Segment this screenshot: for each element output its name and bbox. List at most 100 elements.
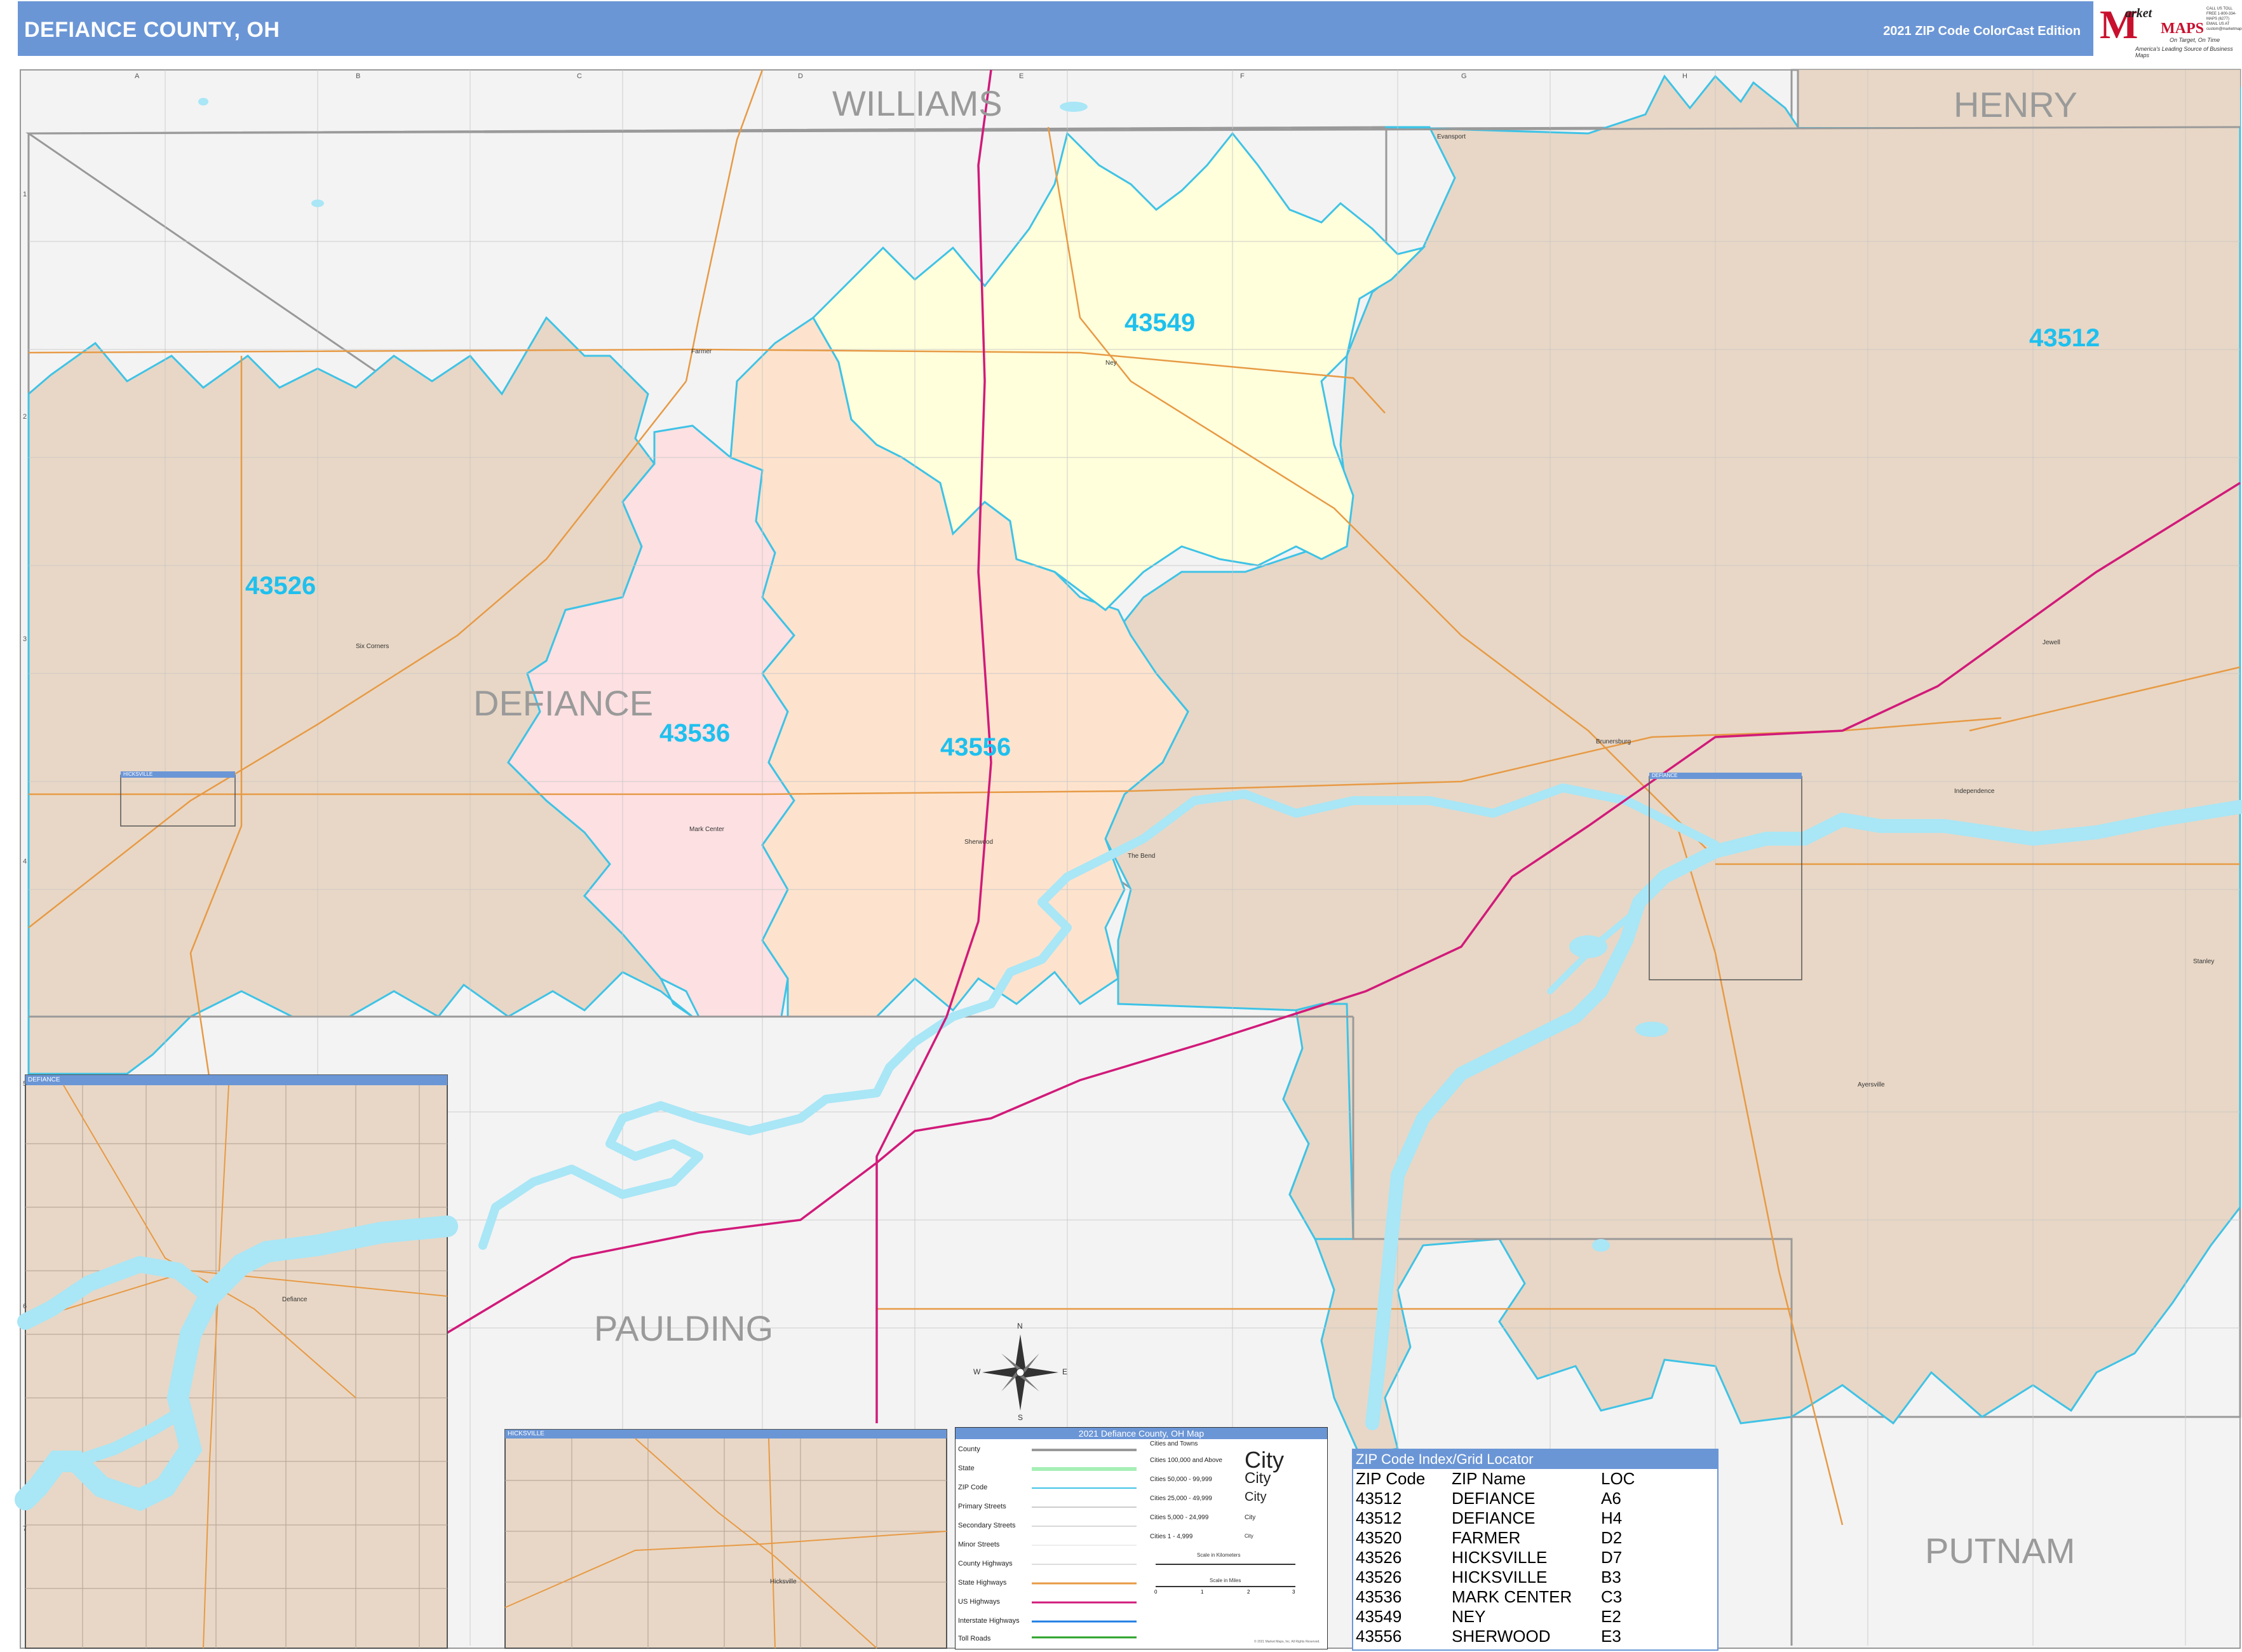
logo-subtagline: America's Leading Source of Business Map…	[2135, 46, 2233, 58]
legend-item-state-hwy: State Highways	[958, 1579, 1007, 1587]
town-ayersville: Ayersville	[1858, 1081, 1885, 1088]
zip-index-cell: 43536	[1356, 1587, 1402, 1606]
grid-col-c: C	[577, 72, 582, 80]
zip-index-cell: NEY	[1452, 1607, 1486, 1626]
legend-city-100k: Cities 100,000 and Above	[1150, 1457, 1222, 1464]
defiance-inset-title: DEFIANCE	[25, 1076, 91, 1084]
town-defiance-inset: Defiance	[282, 1296, 307, 1303]
legend-city-symbol-l: City	[1245, 1470, 1271, 1487]
zip-index-cell: 43512	[1356, 1489, 1402, 1508]
grid-row-3: 3	[23, 635, 27, 643]
legend-copyright: © 2021 Market Maps, Inc. All Rights Rese…	[1254, 1640, 1320, 1644]
hicksville-inset-title: HICKSVILLE	[505, 1430, 571, 1438]
zip-index-cell: C3	[1601, 1587, 1623, 1606]
legend-city-1: Cities 1 - 4,999	[1150, 1533, 1193, 1540]
zip-label-43512: 43512	[2029, 324, 2100, 352]
zip-index-cell: 43526	[1356, 1548, 1402, 1567]
map-legend: 2021 Defiance County, OH Map County Stat…	[955, 1427, 1328, 1649]
zip-index-cell: 43556	[1356, 1627, 1402, 1646]
compass-e: E	[1062, 1367, 1068, 1376]
legend-scale-2: 2	[1247, 1589, 1250, 1595]
legend-city-50k: Cities 50,000 - 99,999	[1150, 1476, 1212, 1483]
legend-item-zip: ZIP Code	[958, 1484, 988, 1491]
legend-item-county-hwy: County Highways	[958, 1560, 1013, 1567]
legend-item-us-hwy: US Highways	[958, 1598, 1001, 1606]
town-jewell: Jewell	[2043, 639, 2060, 646]
logo-maps-word: MAPS	[2161, 20, 2204, 37]
grid-row-6: 6	[23, 1303, 27, 1310]
town-mark-center: Mark Center	[689, 826, 725, 833]
town-hicksville-inset: Hicksville	[770, 1578, 797, 1585]
zip-index-header-zip: ZIP Code	[1356, 1469, 1426, 1488]
zip-index-cell: 43549	[1356, 1607, 1402, 1626]
edition-label: 2021 ZIP Code ColorCast Edition	[1883, 24, 2081, 38]
legend-city-25k: Cities 25,000 - 49,999	[1150, 1495, 1212, 1502]
zip-index-col-zip: ZIP Code 43512 43512 43520 43526 43526 4…	[1356, 1469, 1425, 1646]
zip-index-title: ZIP Code Index/Grid Locator	[1353, 1450, 1717, 1469]
legend-item-toll: Toll Roads	[958, 1635, 991, 1642]
zip-label-43556: 43556	[940, 733, 1011, 761]
zip-index-col-name: ZIP Name DEFIANCE DEFIANCE FARMER HICKSV…	[1452, 1469, 1572, 1646]
legend-scale-3: 3	[1292, 1589, 1295, 1595]
legend-item-minor: Minor Streets	[958, 1541, 1000, 1548]
grid-row-1: 1	[23, 191, 27, 198]
zip-index-cell: 43520	[1356, 1528, 1402, 1547]
zip-label-43549: 43549	[1124, 309, 1196, 337]
hicksville-inset-map[interactable]	[504, 1429, 947, 1649]
legend-cities-heading: Cities and Towns	[1150, 1440, 1198, 1447]
legend-scale-km: Scale in Kilometers	[1197, 1552, 1241, 1558]
county-label-paulding: PAULDING	[594, 1308, 774, 1348]
town-independence: Independence	[1954, 788, 1995, 795]
town-the-bend: The Bend	[1128, 853, 1156, 860]
grid-row-2: 2	[23, 413, 27, 421]
grid-col-b: B	[356, 72, 361, 80]
zip-index-cell: MARK CENTER	[1452, 1587, 1572, 1606]
county-map[interactable]	[0, 0, 2242, 1652]
town-farmer: Farmer	[691, 348, 712, 355]
legend-scale-1: 1	[1201, 1589, 1204, 1595]
zip-index-cell: D2	[1601, 1528, 1623, 1547]
town-six-corners: Six Corners	[356, 643, 389, 650]
zip-index-cell: SHERWOOD	[1452, 1627, 1551, 1646]
grid-col-d: D	[798, 72, 803, 80]
legend-city-symbol-xs: City	[1245, 1533, 1253, 1539]
legend-item-county: County	[958, 1446, 980, 1453]
grid-row-4: 4	[23, 858, 27, 865]
legend-scale-bars	[1156, 1564, 1295, 1587]
zip-index-cell: D7	[1601, 1548, 1623, 1567]
compass-s: S	[1018, 1413, 1023, 1422]
page-title: DEFIANCE COUNTY, OH	[24, 18, 280, 42]
header-bar: DEFIANCE COUNTY, OH 2021 ZIP Code ColorC…	[18, 1, 2242, 58]
compass-n: N	[1017, 1322, 1023, 1330]
town-evansport: Evansport	[1437, 133, 1466, 140]
zip-index-cell: FARMER	[1452, 1528, 1521, 1547]
legend-item-primary: Primary Streets	[958, 1503, 1006, 1510]
zip-label-43526: 43526	[245, 572, 316, 600]
grid-col-f: F	[1240, 72, 1245, 80]
legend-city-symbol-m: City	[1245, 1490, 1267, 1504]
zip-index-cell: H4	[1601, 1508, 1623, 1527]
zip-index-cell: HICKSVILLE	[1452, 1548, 1548, 1567]
grid-col-e: E	[1019, 72, 1024, 80]
zip-index-cell: A6	[1601, 1489, 1621, 1508]
town-brunersburg: Brunersburg	[1596, 738, 1631, 745]
town-stanley: Stanley	[2193, 958, 2215, 965]
county-label-putnam: PUTNAM	[1925, 1531, 2076, 1571]
legend-scale-0: 0	[1154, 1589, 1158, 1595]
defiance-inset-map[interactable]	[15, 1074, 458, 1649]
grid-col-a: A	[135, 72, 140, 80]
legend-city-symbol-s: City	[1245, 1514, 1256, 1521]
zip-index-header-loc: LOC	[1601, 1469, 1635, 1488]
zip-index-cell: E2	[1601, 1607, 1621, 1626]
zip-index-cell: HICKSVILLE	[1452, 1567, 1548, 1587]
zip-index-cell: B3	[1601, 1567, 1621, 1587]
town-ney: Ney	[1105, 360, 1117, 367]
grid-col-h: H	[1682, 72, 1687, 80]
compass-w: W	[973, 1367, 981, 1376]
legend-title: 2021 Defiance County, OH Map	[956, 1428, 1327, 1439]
market-maps-logo[interactable]: M arket MAPS On Target, On Time America'…	[2092, 1, 2242, 58]
grid-col-g: G	[1461, 72, 1467, 80]
legend-city-5k: Cities 5,000 - 24,999	[1150, 1514, 1209, 1521]
zip-index-cell: DEFIANCE	[1452, 1508, 1536, 1527]
zip-index-cell: E3	[1601, 1627, 1621, 1646]
